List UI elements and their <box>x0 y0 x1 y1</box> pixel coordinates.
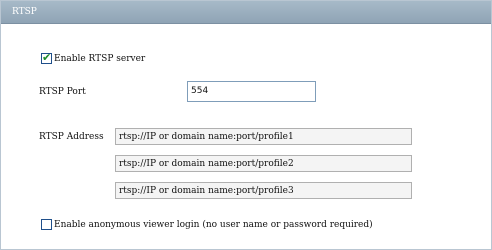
rtsp-port-label: RTSP Port <box>39 87 86 97</box>
panel-title: RTSP <box>12 7 37 17</box>
rtsp-address-field-3[interactable]: rtsp://IP or domain name:port/profile3 <box>115 182 412 199</box>
rtsp-address-label: RTSP Address <box>39 132 104 142</box>
rtsp-panel: RTSP ✔ Enable RTSP server RTSP Port 554 … <box>0 0 492 250</box>
rtsp-address-field-2[interactable]: rtsp://IP or domain name:port/profile2 <box>115 155 412 172</box>
check-icon: ✔ <box>42 51 52 64</box>
anonymous-login-checkbox[interactable] <box>41 219 52 230</box>
rtsp-address-field-1[interactable]: rtsp://IP or domain name:port/profile1 <box>115 128 412 145</box>
panel-title-bar: RTSP <box>1 1 491 24</box>
anonymous-login-label: Enable anonymous viewer login (no user n… <box>54 220 373 230</box>
enable-rtsp-label: Enable RTSP server <box>54 54 146 64</box>
enable-rtsp-checkbox[interactable]: ✔ <box>41 51 52 64</box>
rtsp-port-input[interactable]: 554 <box>187 81 316 102</box>
